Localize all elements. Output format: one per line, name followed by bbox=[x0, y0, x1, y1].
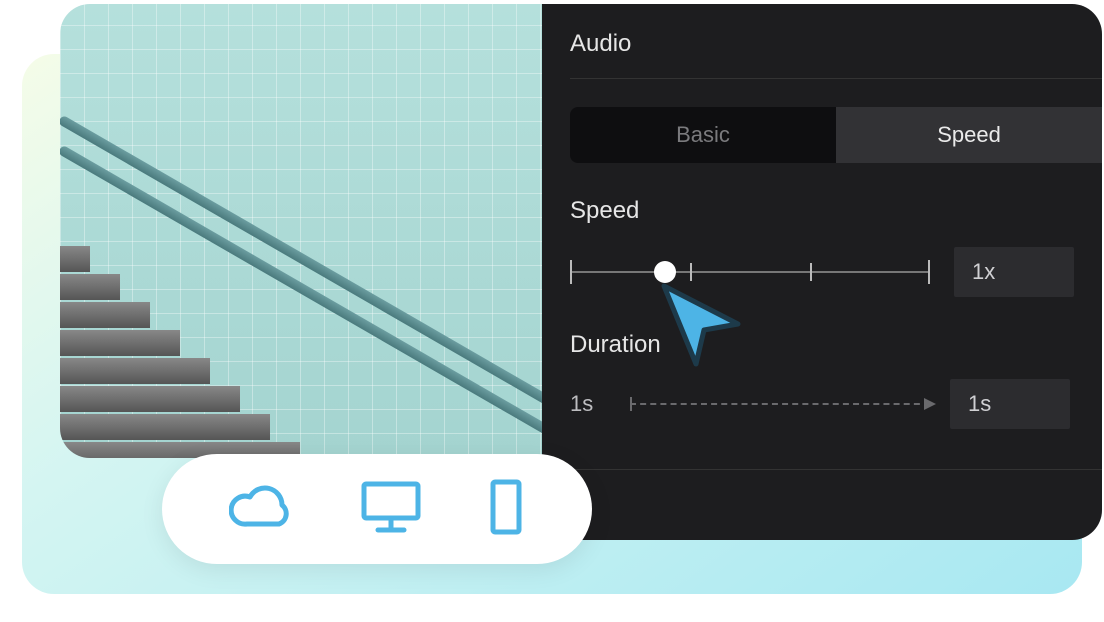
cursor-icon bbox=[656, 280, 746, 370]
tab-speed[interactable]: Speed bbox=[836, 107, 1102, 163]
cloud-icon[interactable] bbox=[229, 482, 295, 537]
tabs: Basic Speed bbox=[570, 107, 1102, 163]
duration-range-indicator bbox=[630, 403, 930, 405]
phone-icon[interactable] bbox=[487, 478, 525, 541]
tab-basic[interactable]: Basic bbox=[570, 107, 836, 163]
duration-value-input[interactable]: 1s bbox=[950, 379, 1070, 429]
speed-value-input[interactable]: 1x bbox=[954, 247, 1074, 297]
audio-panel: Audio Basic Speed Speed 1x Duration 1s 1… bbox=[542, 4, 1102, 540]
panel-title: Audio bbox=[570, 30, 1102, 78]
divider bbox=[570, 78, 1102, 79]
device-toolbar bbox=[162, 454, 592, 564]
monitor-icon[interactable] bbox=[358, 478, 424, 541]
duration-from: 1s bbox=[570, 391, 610, 417]
divider bbox=[570, 469, 1102, 470]
speed-label: Speed bbox=[570, 197, 1102, 225]
preview-thumbnail bbox=[60, 4, 562, 458]
speed-slider[interactable] bbox=[570, 271, 930, 273]
duration-label: Duration bbox=[570, 331, 1102, 359]
